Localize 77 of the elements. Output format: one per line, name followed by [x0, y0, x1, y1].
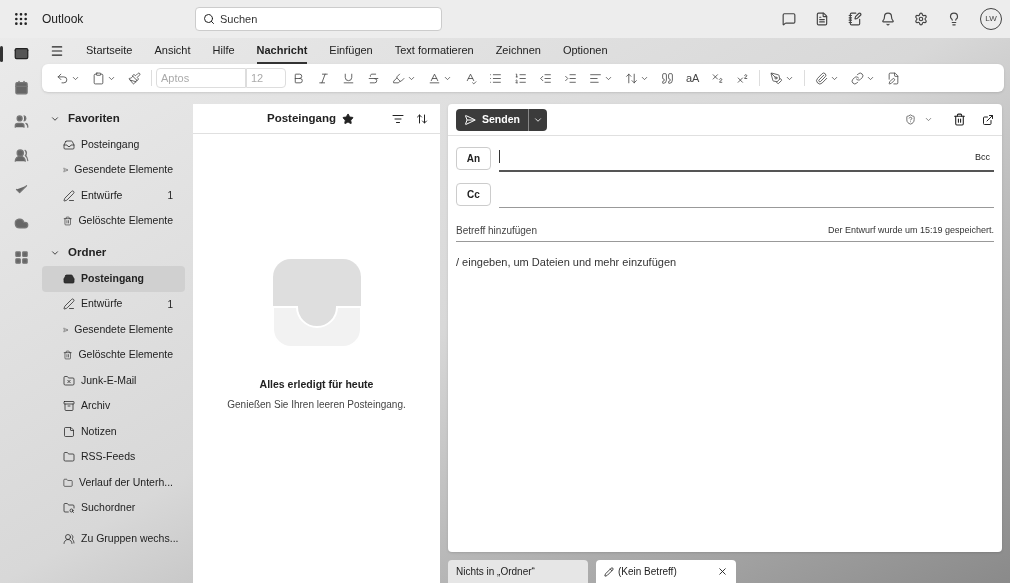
folder-item[interactable]: Gesendete Elemente [42, 317, 185, 343]
ribbon-tab[interactable]: Optionen [562, 38, 608, 64]
folder-item[interactable]: RSS-Feeds [42, 444, 185, 470]
folder-item[interactable]: Junk-E-Mail [42, 368, 185, 394]
change-case-button[interactable]: aA [680, 69, 706, 87]
ribbon-tab[interactable]: Hilfe [212, 38, 235, 64]
folder-group-header[interactable]: Favoriten [42, 106, 193, 132]
filter-icon[interactable] [392, 112, 404, 125]
search-field[interactable]: Suchen [195, 7, 442, 31]
folder-item[interactable]: Notizen [42, 419, 185, 445]
notebook-icon[interactable] [815, 12, 829, 26]
folder-item[interactable]: Gelöschte Elemente [42, 342, 185, 368]
to-field[interactable]: Bcc [499, 144, 994, 172]
subject-field[interactable]: Betreff hinzufügen [456, 223, 828, 238]
chat-icon[interactable] [782, 12, 796, 26]
search-folder-icon [63, 502, 75, 515]
pencil-icon [604, 566, 614, 577]
apps-icon[interactable] [13, 250, 29, 265]
trash-icon[interactable] [953, 113, 966, 126]
note-icon [63, 425, 75, 438]
folder-icon [63, 476, 74, 489]
cc-button[interactable]: Cc [456, 182, 491, 206]
trash-icon [63, 349, 73, 362]
list-title: Posteingang [267, 110, 336, 126]
folder-item[interactable]: Gelöschte Elemente [42, 208, 185, 234]
menu-icon[interactable] [50, 44, 64, 58]
compose-tab[interactable]: Nichts in „Ordner“ [448, 560, 588, 583]
close-icon[interactable] [717, 566, 728, 577]
groups-icon [63, 533, 75, 545]
groups-link[interactable]: Zu Gruppen wechs... [42, 527, 193, 551]
app-launcher-icon[interactable] [13, 11, 29, 27]
trash-icon [63, 215, 73, 228]
bcc-link[interactable]: Bcc [975, 150, 990, 164]
cloud-icon[interactable] [13, 216, 29, 231]
folder-item[interactable]: Gesendete Elemente [42, 157, 185, 183]
pop-out-icon[interactable] [982, 113, 994, 126]
empty-text: Genießen Sie Ihren leeren Posteingang. [227, 397, 406, 412]
app-name: Outlook [42, 11, 85, 28]
folder-item[interactable]: Entwürfe 1 [42, 291, 185, 317]
caret-icon[interactable] [924, 115, 933, 124]
pencil-icon [63, 189, 75, 202]
ribbon-tab[interactable]: Ansicht [154, 38, 191, 64]
message-body-field[interactable]: / eingeben, um Dateien und mehr einzufügen [456, 254, 994, 544]
sensitivity-icon[interactable] [905, 114, 916, 125]
folder-icon [63, 451, 75, 464]
unread-count: 1 [167, 297, 173, 312]
lightbulb-icon[interactable] [947, 12, 961, 26]
search-icon [203, 13, 215, 25]
archive-icon [63, 400, 75, 413]
chevron-icon [50, 248, 60, 258]
note-edit-icon[interactable] [848, 12, 862, 26]
folder-item[interactable]: Verlauf der Unterh... [42, 470, 185, 496]
folder-item[interactable]: Posteingang [42, 266, 185, 292]
pencil-icon [63, 298, 75, 311]
groups-icon[interactable] [13, 148, 29, 163]
empty-title: Alles erledigt für heute [259, 377, 374, 393]
folder-item[interactable]: Archiv [42, 393, 185, 419]
sort-icon[interactable] [416, 112, 428, 125]
saved-status: Der Entwurf wurde um 15:19 gespeichert. [827, 223, 994, 237]
chevron-icon [50, 114, 60, 124]
calendar-icon[interactable] [13, 80, 29, 95]
ribbon-tab[interactable]: Startseite [86, 38, 133, 64]
folder-item[interactable]: Suchordner [42, 495, 185, 521]
folder-item[interactable]: Posteingang [42, 132, 185, 158]
compose-tab[interactable]: (Kein Betreff) [596, 560, 736, 583]
junk-folder-icon [63, 374, 75, 387]
people-icon[interactable] [13, 114, 29, 129]
to-button[interactable]: An [456, 146, 491, 170]
bell-icon[interactable] [881, 12, 895, 26]
ribbon-tab[interactable]: Einfügen [329, 38, 373, 64]
folder-item[interactable]: Entwürfe 1 [42, 183, 185, 209]
star-icon[interactable] [342, 112, 354, 125]
settings-icon[interactable] [914, 12, 928, 26]
ribbon-tab[interactable]: Zeichnen [495, 38, 541, 64]
unread-count: 1 [167, 189, 173, 204]
folder-group-header[interactable]: Ordner [42, 240, 193, 266]
ribbon-tab[interactable]: Text formatieren [394, 38, 474, 64]
